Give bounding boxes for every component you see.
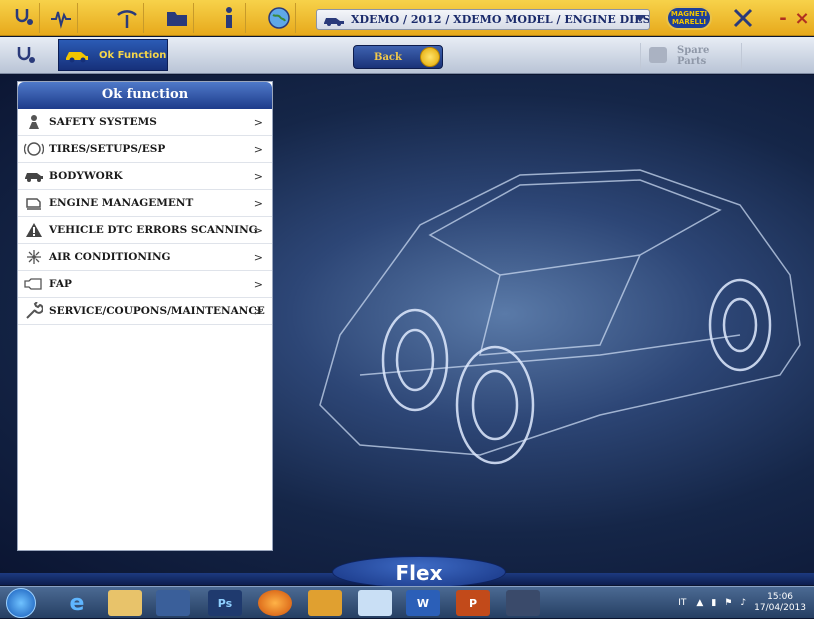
back-button[interactable]: Back	[353, 45, 443, 69]
magneti-marelli-logo: MAGNETI MARELLI	[666, 6, 712, 30]
logo-line2: MARELLI	[671, 18, 707, 26]
remote-icon[interactable]	[358, 590, 392, 616]
check-engine-icon	[24, 194, 44, 212]
start-button[interactable]	[6, 588, 36, 618]
menu-item-engine-management[interactable]: ENGINE MANAGEMENT >	[18, 190, 272, 217]
chevron-right-icon: >	[253, 170, 263, 183]
info-icon[interactable]	[212, 3, 246, 33]
tray-arrow-icon[interactable]: ▲	[696, 598, 703, 608]
signal-icon[interactable]	[110, 3, 144, 33]
word-label: W	[416, 596, 430, 610]
chevron-right-icon: >	[253, 224, 263, 237]
network-icon[interactable]: ▮	[711, 598, 716, 608]
chevron-right-icon: >	[253, 116, 263, 129]
globe-icon[interactable]	[262, 3, 296, 33]
chevron-right-icon: >	[253, 278, 263, 291]
abs-icon	[24, 140, 44, 158]
minimize-glyph: -	[779, 7, 787, 29]
menu-item-air-conditioning[interactable]: AIR CONDITIONING >	[18, 244, 272, 271]
stethoscope-icon[interactable]	[6, 3, 40, 33]
tab-label: Ok Function	[99, 49, 167, 61]
menu-item-label: SAFETY SYSTEMS	[49, 116, 157, 128]
menu-item-fap[interactable]: FAP >	[18, 271, 272, 298]
word-icon[interactable]: W	[406, 590, 440, 616]
menu-item-label: VEHICLE DTC ERRORS SCANNING	[49, 224, 258, 236]
menu-item-label: SERVICE/COUPONS/MAINTENANCE	[49, 305, 265, 317]
flex-tab[interactable]: Flex	[332, 556, 506, 588]
pulse-icon[interactable]	[44, 3, 78, 33]
panel-title: Ok function	[18, 82, 272, 109]
spare-parts-icon	[649, 47, 667, 63]
menu-item-tires-setups-esp[interactable]: TIRES/SETUPS/ESP >	[18, 136, 272, 163]
fan-icon	[24, 248, 44, 266]
explorer-icon[interactable]	[108, 590, 142, 616]
logo-line1: MAGNETI	[670, 10, 708, 18]
clock[interactable]: 15:06 17/04/2013	[754, 592, 806, 614]
vehicle-selector[interactable]: XDEMO / 2012 / XDEMO MODEL / ENGINE DIES…	[316, 9, 650, 30]
outlook-icon[interactable]	[308, 590, 342, 616]
clock-date: 17/04/2013	[754, 603, 806, 613]
system-tray: IT ▲ ▮ ⚑ ♪ 15:06 17/04/2013	[678, 587, 814, 619]
ok-function-panel: Ok function SAFETY SYSTEMS > TIRES/SETUP…	[17, 81, 273, 551]
spare-parts-button[interactable]: Spare Parts	[640, 43, 742, 69]
chevron-right-icon: >	[253, 305, 263, 318]
chevron-down-icon[interactable]	[635, 15, 645, 22]
powerpoint-icon[interactable]: P	[456, 590, 490, 616]
diag-tool-icon[interactable]	[506, 590, 540, 616]
media-player-icon[interactable]	[156, 590, 190, 616]
warning-icon	[24, 221, 44, 239]
vehicle-label: XDEMO / 2012 / XDEMO MODEL / ENGINE DIES…	[351, 13, 650, 26]
car-icon	[24, 167, 44, 185]
arrow-left-icon	[420, 47, 440, 67]
flag-icon[interactable]: ⚑	[724, 598, 732, 608]
chevron-right-icon: >	[253, 251, 263, 264]
chevron-right-icon: >	[253, 197, 263, 210]
clock-time: 15:06	[767, 592, 794, 602]
ps-label: Ps	[217, 596, 233, 610]
menu-item-safety-systems[interactable]: SAFETY SYSTEMS >	[18, 109, 272, 136]
ppt-label: P	[468, 596, 478, 610]
car-ok-icon	[66, 52, 88, 63]
airbag-icon	[24, 113, 44, 131]
menu-item-label: ENGINE MANAGEMENT	[49, 197, 194, 209]
volume-icon[interactable]: ♪	[740, 598, 746, 608]
close-button[interactable]: ×	[790, 3, 814, 33]
tools-icon[interactable]	[726, 3, 760, 33]
close-glyph: ×	[794, 7, 810, 29]
firefox-icon[interactable]	[258, 590, 292, 616]
secondary-toolbar: Ok Function Back Spare Parts	[0, 37, 814, 74]
wrench-icon	[24, 302, 44, 320]
car-icon	[324, 17, 344, 26]
chevron-right-icon: >	[253, 143, 263, 156]
back-label: Back	[374, 51, 402, 63]
menu-item-vehicle-dtc-errors-scanning[interactable]: VEHICLE DTC ERRORS SCANNING >	[18, 217, 272, 244]
diagnosis-icon[interactable]	[8, 41, 42, 71]
menu-item-label: AIR CONDITIONING	[49, 251, 171, 263]
taskbar: e Ps W P IT ▲ ▮ ⚑ ♪ 15:06 17/04/2013	[0, 586, 814, 618]
menu-item-bodywork[interactable]: BODYWORK >	[18, 163, 272, 190]
ie-icon[interactable]: e	[60, 590, 94, 616]
folder-icon[interactable]	[160, 3, 194, 33]
menu-item-label: BODYWORK	[49, 170, 123, 182]
menu-item-label: FAP	[49, 278, 72, 290]
top-toolbar: XDEMO / 2012 / XDEMO MODEL / ENGINE DIES…	[0, 0, 814, 36]
language-indicator[interactable]: IT	[678, 598, 686, 608]
filter-icon	[24, 275, 44, 293]
tab-ok-function[interactable]: Ok Function	[58, 39, 168, 71]
spare-parts-label: Spare Parts	[677, 45, 710, 67]
menu-item-service-coupons-maintenance[interactable]: SERVICE/COUPONS/MAINTENANCE >	[18, 298, 272, 325]
photoshop-icon[interactable]: Ps	[208, 590, 242, 616]
menu-item-label: TIRES/SETUPS/ESP	[49, 143, 166, 155]
